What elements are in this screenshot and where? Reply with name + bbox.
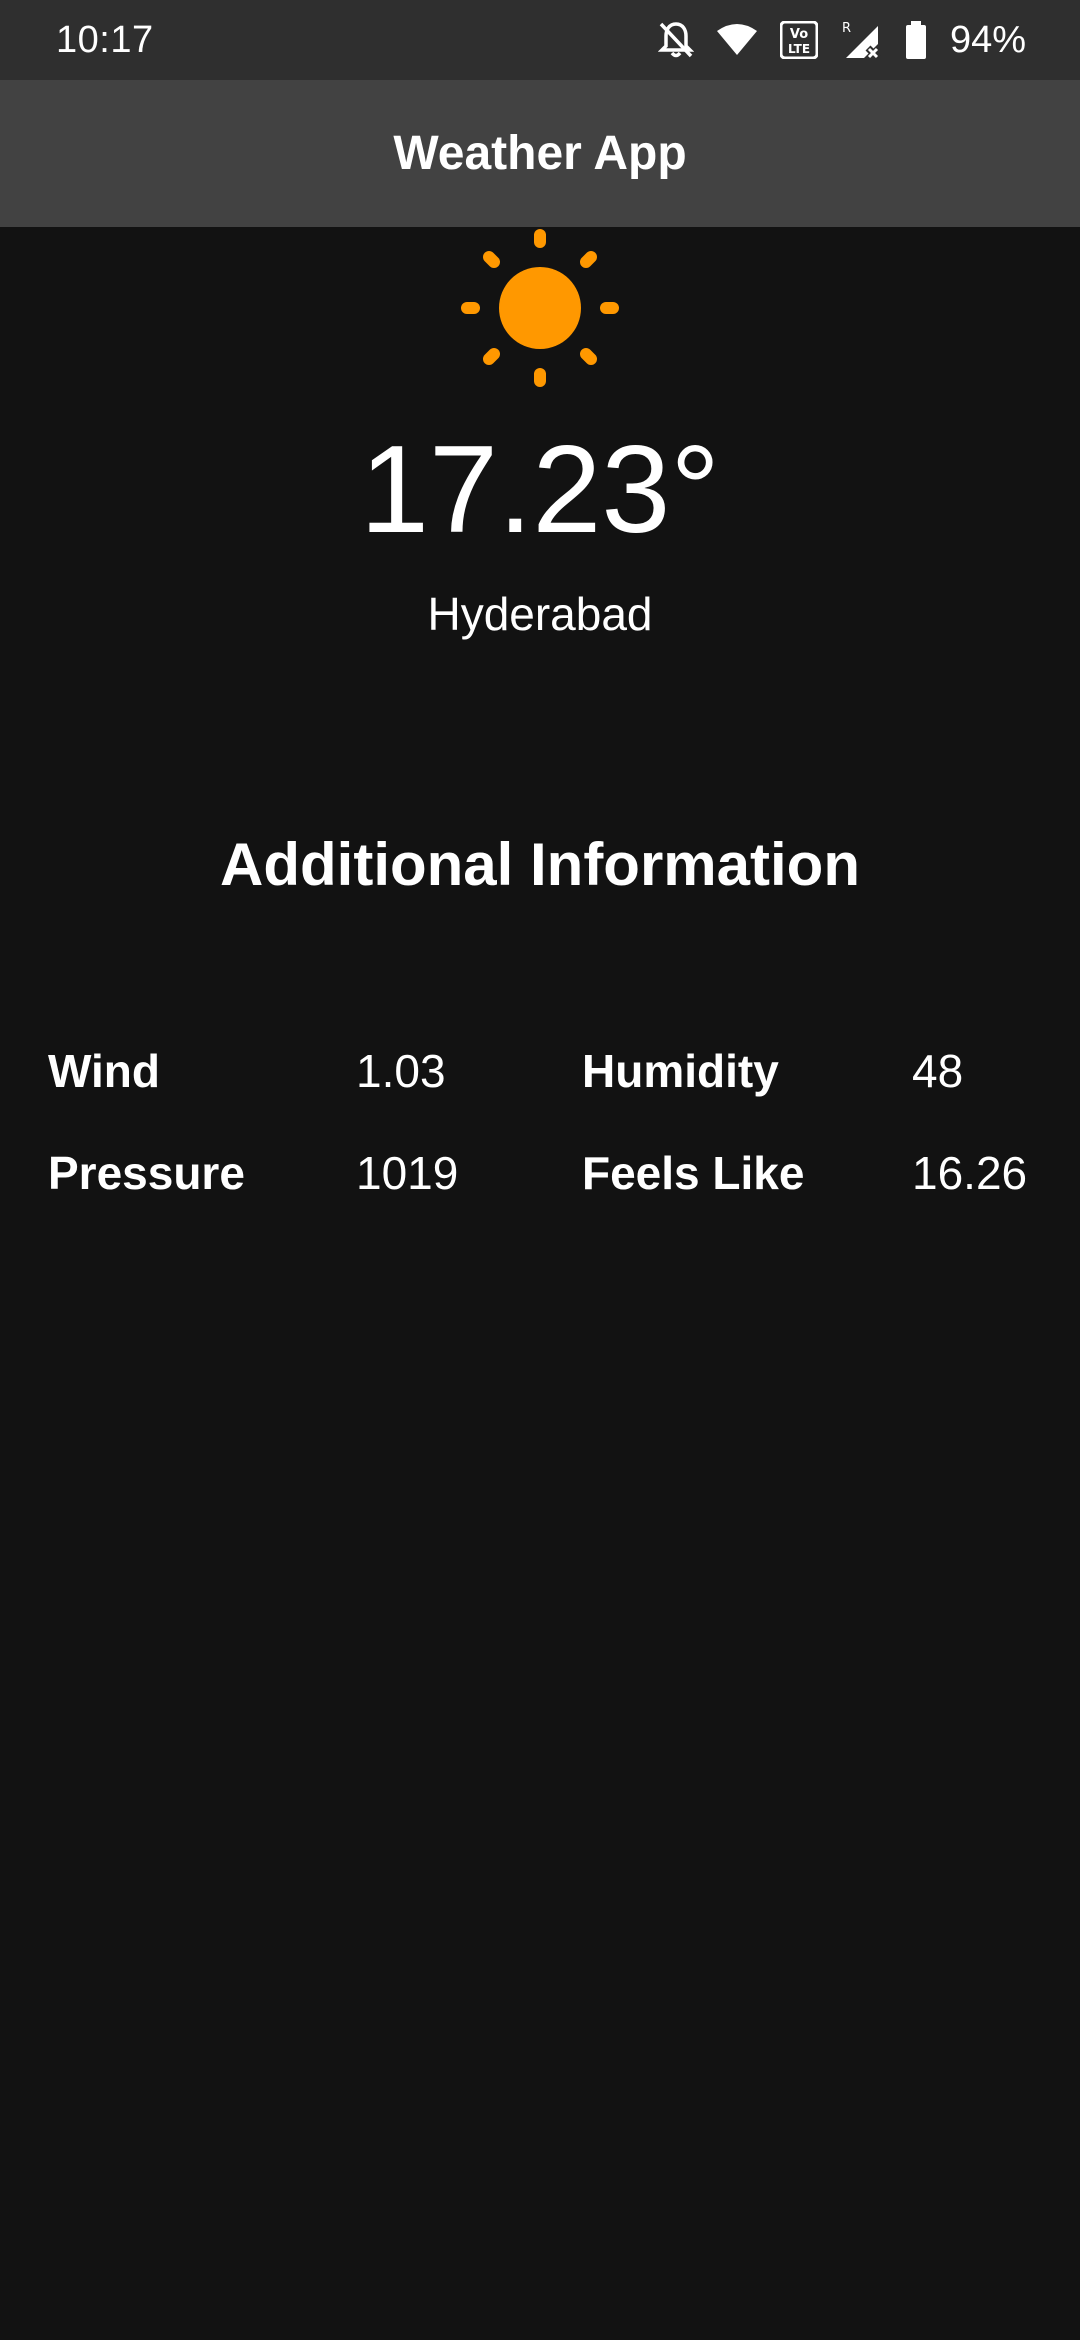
- svg-text:R: R: [842, 21, 851, 36]
- roaming-signal-icon: R: [840, 20, 882, 60]
- battery-icon: [904, 20, 928, 60]
- wifi-icon: [716, 23, 758, 57]
- status-icons: Vo LTE R 94%: [657, 18, 1026, 62]
- volte-icon: Vo LTE: [779, 21, 818, 59]
- pressure-label: Pressure: [48, 1147, 245, 1199]
- pressure-value: 1019: [356, 1147, 459, 1199]
- weather-screen: 10:17 Vo LTE R 94% Weather App 17.23° Hy…: [0, 0, 1080, 2340]
- svg-text:LTE: LTE: [788, 42, 810, 56]
- wind-label: Wind: [48, 1045, 160, 1097]
- notifications-off-icon: [657, 20, 694, 60]
- status-time: 10:17: [56, 18, 154, 61]
- sun-icon: [460, 228, 620, 388]
- additional-info-title: Additional Information: [220, 831, 860, 898]
- wind-value: 1.03: [356, 1045, 446, 1097]
- humidity-label: Humidity: [582, 1045, 779, 1097]
- app-title: Weather App: [393, 127, 687, 180]
- status-bar: 10:17 Vo LTE R 94%: [0, 0, 1080, 80]
- humidity-value: 48: [912, 1045, 964, 1097]
- current-temperature: 17.23°: [360, 421, 720, 559]
- feels-like-label: Feels Like: [582, 1147, 805, 1199]
- svg-text:Vo: Vo: [790, 27, 808, 42]
- feels-like-value: 16.26: [912, 1147, 1028, 1199]
- app-bar: Weather App: [0, 80, 1080, 227]
- battery-percentage: 94%: [949, 18, 1026, 61]
- city-name: Hyderabad: [427, 588, 653, 640]
